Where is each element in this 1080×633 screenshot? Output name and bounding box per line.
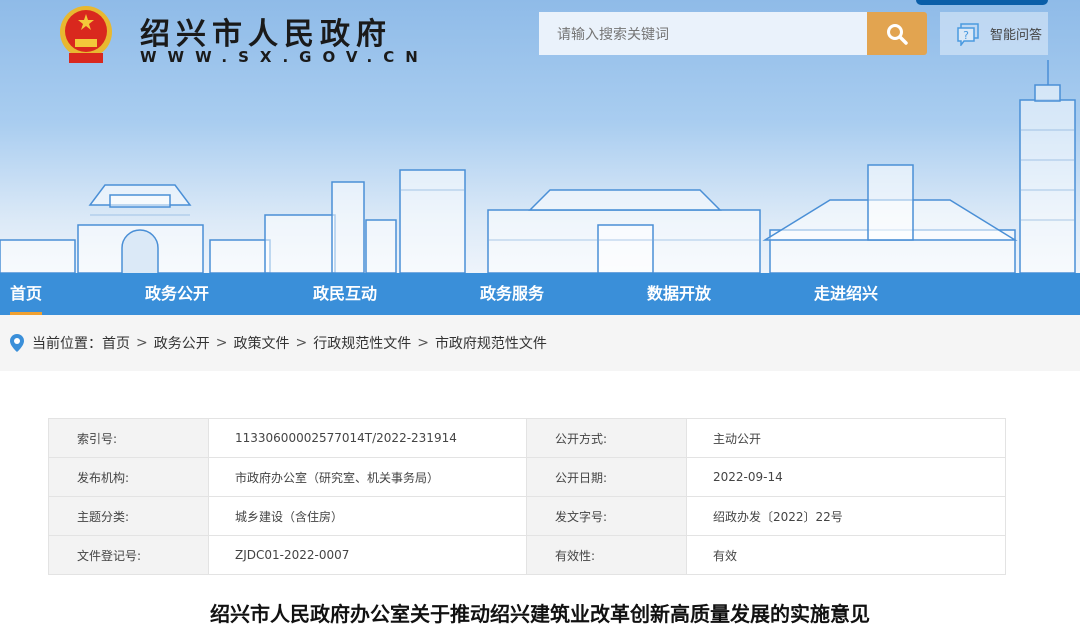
info-label: 公开日期: [527,458,687,497]
breadcrumb-separator: > [417,335,429,351]
info-value: 城乡建设（含住房） [209,497,527,536]
info-value: 2022-09-14 [687,458,1006,497]
site-title: 绍兴市人民政府 [140,9,392,53]
info-label: 文件登记号: [49,536,209,575]
info-label: 有效性: [527,536,687,575]
table-row: 主题分类: 城乡建设（含住房） 发文字号: 绍政办发〔2022〕22号 [49,497,1006,536]
document-title: 绍兴市人民政府办公室关于推动绍兴建筑业改革创新高质量发展的实施意见 [0,598,1080,627]
breadcrumb-normative-docs[interactable]: 行政规范性文件 [313,333,411,353]
nav-gov-affairs-open[interactable]: 政务公开 [145,273,209,315]
table-row: 文件登记号: ZJDC01-2022-0007 有效性: 有效 [49,536,1006,575]
info-label: 公开方式: [527,419,687,458]
nav-services[interactable]: 政务服务 [480,273,544,315]
info-label: 发文字号: [527,497,687,536]
top-strip [916,0,1048,5]
breadcrumb-gov-affairs-open[interactable]: 政务公开 [154,333,210,353]
search-icon [885,22,909,46]
smart-qa-button[interactable]: ? 智能问答 [940,12,1048,55]
svg-text:?: ? [963,29,969,42]
nav-home[interactable]: 首页 [10,273,42,315]
smart-qa-label: 智能问答 [990,24,1042,43]
info-value: 有效 [687,536,1006,575]
nav-open-data[interactable]: 数据开放 [647,273,711,315]
table-row: 发布机构: 市政府办公室（研究室、机关事务局） 公开日期: 2022-09-14 [49,458,1006,497]
breadcrumb-separator: > [295,335,307,351]
table-row: 索引号: 11330600002577014T/2022-231914 公开方式… [49,419,1006,458]
breadcrumb-separator: > [136,335,148,351]
search-input[interactable] [539,12,867,55]
national-emblem-logo [58,5,114,65]
info-value: 11330600002577014T/2022-231914 [209,419,527,458]
document-info-table: 索引号: 11330600002577014T/2022-231914 公开方式… [48,418,1006,575]
breadcrumb-separator: > [216,335,228,351]
chat-question-icon: ? [956,22,980,46]
info-label: 主题分类: [49,497,209,536]
breadcrumb: 当前位置： 首页 > 政务公开 > 政策文件 > 行政规范性文件 > 市政府规范… [0,315,1080,371]
info-value: ZJDC01-2022-0007 [209,536,527,575]
location-pin-icon [10,334,24,352]
nav-about-shaoxing[interactable]: 走进绍兴 [814,273,878,315]
info-label: 索引号: [49,419,209,458]
info-label: 发布机构: [49,458,209,497]
info-value: 主动公开 [687,419,1006,458]
site-url: WWW.SX.GOV.CN [140,48,429,66]
breadcrumb-prefix: 当前位置： [32,333,102,353]
nav-interaction[interactable]: 政民互动 [313,273,377,315]
breadcrumb-home[interactable]: 首页 [102,333,130,353]
search-button[interactable] [867,12,927,55]
main-nav: 首页 政务公开 政民互动 政务服务 数据开放 走进绍兴 [0,273,1080,315]
info-value: 市政府办公室（研究室、机关事务局） [209,458,527,497]
breadcrumb-city-normative-docs[interactable]: 市政府规范性文件 [435,333,547,353]
breadcrumb-policy-docs[interactable]: 政策文件 [233,333,289,353]
info-value: 绍政办发〔2022〕22号 [687,497,1006,536]
header-banner: 绍兴市人民政府 WWW.SX.GOV.CN ? 智能问答 [0,0,1080,273]
